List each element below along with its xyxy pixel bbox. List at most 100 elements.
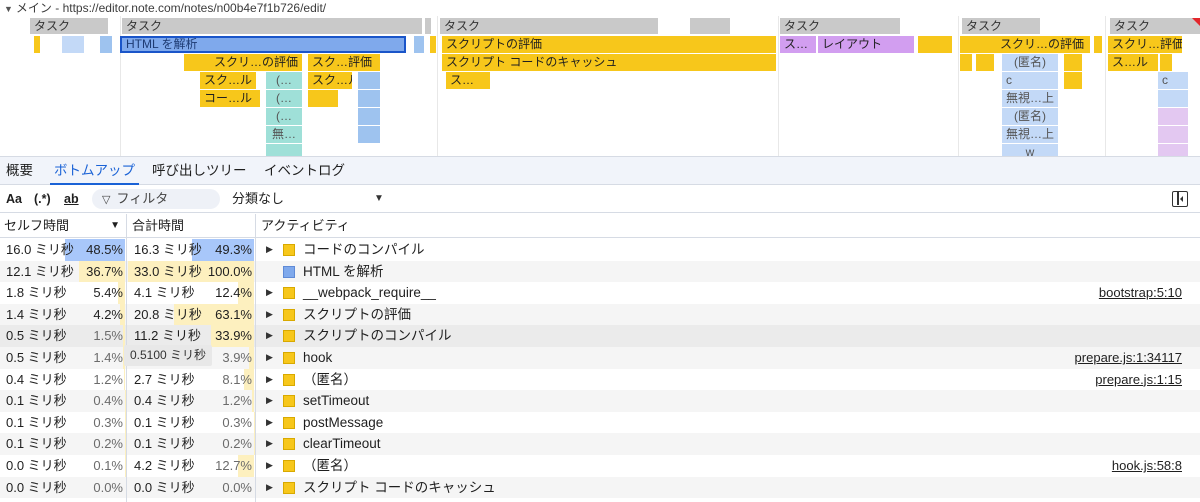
- event-anonymous[interactable]: (匿名): [1002, 108, 1058, 125]
- expand-triangle-icon[interactable]: ▶: [266, 433, 273, 455]
- event-bar[interactable]: [976, 54, 994, 71]
- event-layout[interactable]: レイアウト: [818, 36, 914, 53]
- event-evaluate-script[interactable]: スク…評価: [308, 54, 380, 71]
- event-bar[interactable]: [1064, 54, 1082, 71]
- event-parse-html[interactable]: HTML を解析: [120, 36, 406, 53]
- event-c[interactable]: c: [1002, 72, 1058, 89]
- event-w[interactable]: w: [1002, 144, 1058, 156]
- source-link[interactable]: hook.js:58:8: [1112, 455, 1182, 477]
- event-bar[interactable]: [414, 36, 424, 53]
- expand-triangle-icon[interactable]: ▶: [266, 390, 273, 412]
- expand-triangle-icon[interactable]: ▶: [266, 455, 273, 477]
- expand-triangle-icon[interactable]: ▶: [266, 412, 273, 434]
- event-ignored[interactable]: 無視…上: [1002, 126, 1058, 143]
- category-color-swatch: [283, 438, 295, 451]
- column-divider[interactable]: [255, 214, 256, 502]
- source-link[interactable]: prepare.js:1:34117: [1075, 347, 1182, 369]
- event-evaluate-script[interactable]: スクリ…評価: [1108, 36, 1182, 53]
- table-row[interactable]: 1.4 ミリ秒 4.2% 20.8 ミリ秒 63.1% ▶ スクリプトの評価: [0, 303, 1200, 326]
- table-row[interactable]: 0.5 ミリ秒 1.5% 11.2 ミリ秒 33.9% ▶ スクリプトのコンパイル: [0, 325, 1200, 347]
- event-script-short[interactable]: ス…: [446, 72, 490, 89]
- event-bar[interactable]: [358, 90, 380, 107]
- event-c[interactable]: c: [1158, 72, 1188, 89]
- main-track-title[interactable]: ▼ メイン - https://editor.note.com/notes/n00…: [0, 0, 1200, 16]
- flame-chart[interactable]: ▼ メイン - https://editor.note.com/notes/n00…: [0, 0, 1200, 156]
- collapse-triangle-icon[interactable]: ▼: [4, 4, 13, 14]
- toggle-sidebar-icon[interactable]: [1172, 191, 1188, 207]
- event-bar[interactable]: [266, 144, 302, 156]
- table-row[interactable]: 1.8 ミリ秒 5.4% 4.1 ミリ秒 12.4% ▶ __webpack_requir…: [0, 282, 1200, 304]
- event-evaluate-script[interactable]: スクリプトの評価: [442, 36, 776, 53]
- task-block-small[interactable]: [690, 18, 730, 34]
- event-bar[interactable]: [1158, 144, 1188, 156]
- event-compile[interactable]: スク…ル: [308, 72, 352, 89]
- header-self-time[interactable]: セルフ時間 ▼: [0, 214, 126, 238]
- grouping-select[interactable]: 分類なし ▼: [232, 189, 392, 209]
- task-block-small[interactable]: [425, 18, 431, 34]
- tab-bottom-up[interactable]: ボトムアップ: [50, 157, 139, 185]
- source-link[interactable]: prepare.js:1:15: [1095, 369, 1182, 391]
- table-row[interactable]: 16.0 ミリ秒 48.5% 16.3 ミリ秒 49.3% ▶ コードのコンパイル: [0, 239, 1200, 261]
- table-row[interactable]: 0.0 ミリ秒 0.0% 0.0 ミリ秒 0.0% ▶ スクリプト コードのキャッシュ: [0, 476, 1200, 499]
- event-bar[interactable]: [358, 108, 380, 125]
- event-anon-short[interactable]: (…: [266, 108, 302, 125]
- event-compile[interactable]: コー…ル: [200, 90, 260, 107]
- task-block[interactable]: タスク: [440, 18, 658, 34]
- event-ignored-short[interactable]: 無…: [266, 126, 302, 143]
- expand-triangle-icon[interactable]: ▶: [266, 477, 273, 499]
- table-row[interactable]: 0.4 ミリ秒 1.2% 2.7 ミリ秒 8.1% ▶ （匿名） prepare.js:1:…: [0, 368, 1200, 391]
- tab-call-tree[interactable]: 呼び出しツリー: [148, 157, 251, 185]
- table-row[interactable]: 12.1 ミリ秒 36.7% 33.0 ミリ秒 100.0% HTML を解析: [0, 260, 1200, 283]
- filter-input[interactable]: ▽ フィルタ: [92, 189, 220, 209]
- event-compile[interactable]: スク…ル: [200, 72, 256, 89]
- event-bar[interactable]: [62, 36, 84, 53]
- expand-triangle-icon[interactable]: ▶: [266, 282, 273, 304]
- event-script-cache[interactable]: スクリプト コードのキャッシュ: [442, 54, 776, 71]
- event-bar[interactable]: [430, 36, 436, 53]
- event-anon-short[interactable]: (…: [266, 90, 302, 107]
- event-bar[interactable]: [1158, 90, 1188, 107]
- event-bar[interactable]: [34, 36, 40, 53]
- task-block[interactable]: タスク: [30, 18, 108, 34]
- event-bar[interactable]: [960, 54, 972, 71]
- event-bar[interactable]: [918, 36, 952, 53]
- expand-triangle-icon[interactable]: ▶: [266, 369, 273, 391]
- tab-event-log[interactable]: イベントログ: [260, 157, 349, 185]
- event-evaluate-script[interactable]: スクリ…の評価: [960, 36, 1090, 53]
- event-bar[interactable]: [358, 126, 380, 143]
- task-block[interactable]: タスク: [962, 18, 1040, 34]
- event-anonymous[interactable]: (匿名): [1002, 54, 1058, 71]
- event-evaluate-script[interactable]: スクリ…の評価: [184, 54, 302, 71]
- tab-summary[interactable]: 概要: [2, 157, 37, 185]
- task-block[interactable]: タスク: [1110, 18, 1200, 34]
- expand-triangle-icon[interactable]: ▶: [266, 347, 273, 369]
- event-anon-short[interactable]: (…: [266, 72, 302, 89]
- table-row[interactable]: 0.1 ミリ秒 0.4% 0.4 ミリ秒 1.2% ▶ setTimeout: [0, 390, 1200, 412]
- event-script-short[interactable]: ス…: [780, 36, 816, 53]
- event-bar[interactable]: [1160, 54, 1172, 71]
- expand-triangle-icon[interactable]: ▶: [266, 304, 273, 326]
- event-bar[interactable]: [308, 90, 338, 107]
- task-block[interactable]: タスク: [780, 18, 900, 34]
- task-block[interactable]: タスク: [122, 18, 422, 34]
- expand-triangle-icon[interactable]: ▶: [266, 239, 273, 261]
- table-row[interactable]: 0.1 ミリ秒 0.2% 0.1 ミリ秒 0.2% ▶ clearTimeout: [0, 433, 1200, 455]
- self-time-percent: 4.2%: [93, 306, 123, 322]
- match-case-button[interactable]: Aa: [6, 189, 22, 209]
- event-bar[interactable]: [358, 72, 380, 89]
- event-bar[interactable]: [1158, 108, 1188, 125]
- event-ignored[interactable]: 無視…上: [1002, 90, 1058, 107]
- expand-triangle-icon[interactable]: ▶: [266, 325, 273, 347]
- event-bar[interactable]: [1064, 72, 1082, 89]
- whole-word-button[interactable]: ab: [64, 189, 79, 209]
- event-bar[interactable]: [100, 36, 112, 53]
- regex-button[interactable]: (.*): [34, 189, 51, 209]
- header-activity[interactable]: アクティビティ: [257, 214, 557, 238]
- table-row[interactable]: 0.1 ミリ秒 0.3% 0.1 ミリ秒 0.3% ▶ postMessage: [0, 411, 1200, 434]
- event-bar[interactable]: [1094, 36, 1102, 53]
- event-compile[interactable]: ス…ル: [1108, 54, 1158, 71]
- event-bar[interactable]: [1158, 126, 1188, 143]
- header-total-time[interactable]: 合計時間: [128, 214, 254, 238]
- source-link[interactable]: bootstrap:5:10: [1099, 282, 1182, 304]
- table-row[interactable]: 0.0 ミリ秒 0.1% 4.2 ミリ秒 12.7% ▶ （匿名） hook.js:58:8: [0, 455, 1200, 477]
